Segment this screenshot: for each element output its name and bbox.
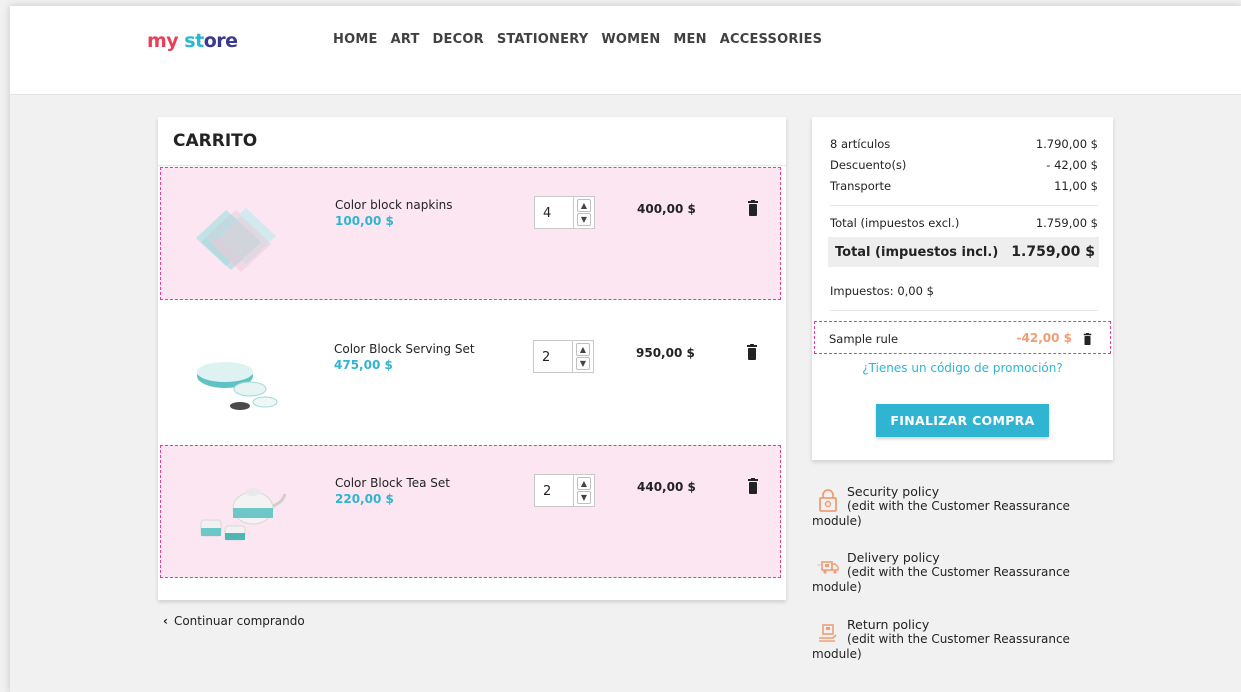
nav-item-stationery[interactable]: STATIONERY [497,32,589,47]
quantity-down-button[interactable]: ▼ [577,213,591,226]
summary-discount-row: Descuento(s) - 42,00 $ [830,158,1098,172]
summary-total-excl-value: 1.759,00 $ [1035,216,1098,230]
nav-item-decor[interactable]: DECOR [433,32,484,47]
quantity-up-button[interactable]: ▲ [576,343,590,356]
summary-total-incl-value: 1.759,00 $ [1011,244,1095,260]
quantity-up-button[interactable]: ▲ [577,477,591,490]
summary-total-excl-row: Total (impuestos excl.) 1.759,00 $ [830,216,1098,230]
line-total: 440,00 $ [637,480,696,494]
trash-icon[interactable] [747,478,759,494]
summary-shipping-label: Transporte [830,179,892,193]
summary-items-label: 8 artículos [830,137,891,151]
cart-rule-value: -42,00 $ [1016,331,1072,345]
nav-item-home[interactable]: HOME [333,32,378,47]
quantity-stepper[interactable]: 2 ▲ ▼ [533,340,594,373]
summary-total-incl-row: Total (impuestos incl.) 1.759,00 $ [828,237,1099,267]
reassurance-text: module) [812,580,862,594]
summary-shipping-value: 11,00 $ [1054,179,1098,193]
trash-icon[interactable] [746,344,758,360]
quantity-buttons: ▲ ▼ [573,197,595,228]
nav-item-art[interactable]: ART [391,32,420,47]
cart-rule-row: Sample rule -42,00 $ [814,321,1111,354]
main-nav: HOME ART DECOR STATIONERY WOMEN MEN ACCE… [333,32,835,47]
summary-discount-label: Descuento(s) [830,158,907,172]
line-total: 400,00 $ [637,202,696,216]
quantity-stepper[interactable]: 4 ▲ ▼ [534,196,595,229]
reassurance-text: (edit with the Customer Reassurance [847,632,1070,646]
quantity-buttons: ▲ ▼ [572,341,594,372]
product-image-serving-set[interactable] [180,334,290,429]
nav-item-men[interactable]: MEN [673,32,706,47]
quantity-value[interactable]: 2 [542,350,550,365]
summary-divider [830,310,1098,311]
summary-divider [830,205,1098,206]
logo-part-ore: ore [203,30,238,52]
continue-shopping-label: Continuar comprando [173,614,305,628]
reassurance-title: Security policy [847,484,940,499]
summary-taxes-label: Impuestos: 0,00 $ [830,284,934,298]
reassurance-delivery: Delivery policy (edit with the Customer … [812,550,1102,595]
cart-rule-label: Sample rule [829,332,899,346]
quantity-down-button[interactable]: ▼ [577,491,591,504]
reassurance-title: Delivery policy [847,550,940,565]
cart-summary: 8 artículos 1.790,00 $ Descuento(s) - 42… [812,117,1113,460]
nav-item-accessories[interactable]: ACCESSORIES [720,32,823,47]
reassurance-title: Return policy [847,617,930,632]
product-image-napkins[interactable] [181,190,291,285]
trash-icon[interactable] [1083,333,1092,345]
summary-discount-value: - 42,00 $ [1046,158,1098,172]
reassurance-text: (edit with the Customer Reassurance [847,565,1070,579]
cart-line-napkins: Color block napkins 100,00 $ 4 ▲ ▼ 400,0… [160,167,781,300]
reassurance-security: Security policy (edit with the Customer … [812,484,1102,529]
quantity-value[interactable]: 4 [543,206,551,221]
summary-items-value: 1.790,00 $ [1035,137,1098,151]
cart-card: CARRITO Color block napkins 100,00 $ 4 ▲… [158,117,786,600]
line-total: 950,00 $ [636,346,695,360]
summary-taxes-row: Impuestos: 0,00 $ [830,284,1098,298]
chevron-left-icon: ‹ [163,614,168,628]
quantity-buttons: ▲ ▼ [573,475,595,506]
return-box-icon [819,624,837,642]
reassurance-text: module) [812,647,862,661]
cart-line-serving-set: Color Block Serving Set 475,00 $ 2 ▲ ▼ 9… [160,312,781,445]
cart-line-tea-set: Color Block Tea Set 220,00 $ 2 ▲ ▼ 440,0… [160,445,781,578]
nav-item-women[interactable]: WOMEN [601,32,660,47]
quantity-value[interactable]: 2 [543,484,551,499]
cart-divider [158,165,786,166]
reassurance-return: Return policy (edit with the Customer Re… [812,617,1102,662]
truck-icon [817,561,839,574]
product-name[interactable]: Color block napkins [335,198,453,212]
cart-title: CARRITO [173,131,258,151]
summary-items-row: 8 artículos 1.790,00 $ [830,137,1098,151]
continue-shopping-link[interactable]: ‹ Continuar comprando [163,614,305,628]
product-name[interactable]: Color Block Serving Set [334,342,475,356]
product-unit-price: 475,00 $ [334,358,393,372]
checkout-button[interactable]: FINALIZAR COMPRA [876,404,1049,437]
trash-icon[interactable] [747,200,759,216]
summary-shipping-row: Transporte 11,00 $ [830,179,1098,193]
promo-code-link[interactable]: ¿Tienes un código de promoción? [812,361,1113,375]
product-unit-price: 220,00 $ [335,492,394,506]
quantity-down-button[interactable]: ▼ [576,357,590,370]
summary-total-incl-label: Total (impuestos incl.) [835,245,999,260]
summary-total-excl-label: Total (impuestos excl.) [830,216,960,230]
reassurance-text: (edit with the Customer Reassurance [847,499,1070,513]
product-unit-price: 100,00 $ [335,214,394,228]
quantity-stepper[interactable]: 2 ▲ ▼ [534,474,595,507]
quantity-up-button[interactable]: ▲ [577,199,591,212]
logo-part-my: my [147,30,179,52]
product-image-tea-set[interactable] [181,468,291,563]
store-logo[interactable]: my store [147,30,238,52]
site-header: my store HOME ART DECOR STATIONERY WOMEN… [10,6,1241,95]
reassurance-text: module) [812,514,862,528]
logo-part-st: st [178,30,204,52]
shield-lock-icon [819,489,837,512]
product-name[interactable]: Color Block Tea Set [335,476,450,490]
